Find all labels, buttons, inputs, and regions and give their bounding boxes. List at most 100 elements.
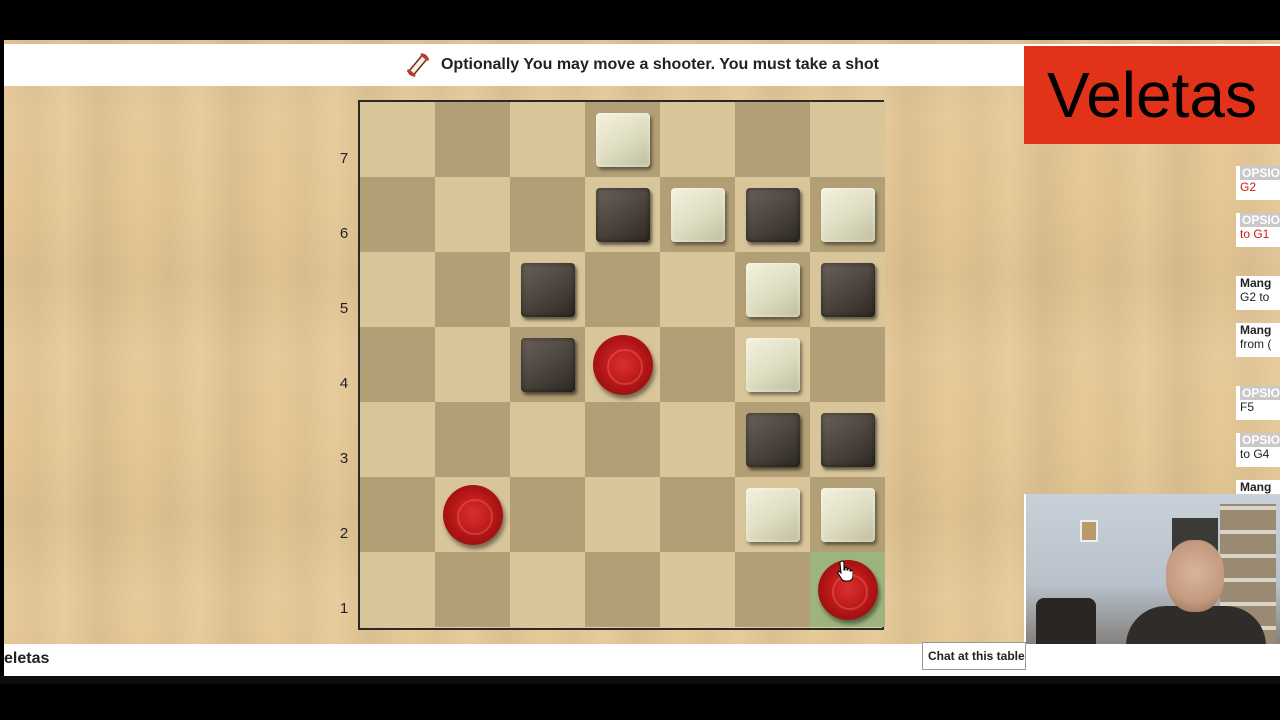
log-entry: OPSIO G2 — [1236, 166, 1280, 200]
log-entry-text: Mang — [1240, 276, 1272, 290]
bottom-game-title: eletas — [4, 650, 50, 667]
log-entry-text: G2 — [1240, 180, 1257, 194]
board-square[interactable] — [510, 327, 585, 402]
board-square[interactable] — [810, 327, 885, 402]
log-entry: OPSIO to G4 — [1236, 433, 1280, 467]
board-square[interactable] — [360, 252, 435, 327]
log-entry: OPSIO F5 — [1236, 386, 1280, 420]
wall-picture — [1080, 520, 1098, 542]
board-square[interactable] — [510, 252, 585, 327]
dark-veleta-piece[interactable] — [820, 262, 875, 317]
log-entry-text: OPSIO — [1240, 213, 1280, 227]
board-square[interactable] — [585, 552, 660, 627]
light-shooter-piece[interactable] — [745, 487, 800, 542]
board-square[interactable] — [735, 402, 810, 477]
board-square[interactable] — [585, 477, 660, 552]
board-square[interactable] — [660, 327, 735, 402]
board-square[interactable] — [510, 477, 585, 552]
board-square[interactable] — [435, 552, 510, 627]
red-stone-piece[interactable] — [442, 484, 503, 545]
board-square[interactable] — [810, 477, 885, 552]
board-square[interactable] — [360, 327, 435, 402]
log-entry-text: to G1 — [1240, 227, 1270, 241]
log-entry-text: to G4 — [1240, 447, 1270, 461]
light-shooter-piece[interactable] — [820, 187, 875, 242]
board-square[interactable] — [660, 477, 735, 552]
board-square[interactable] — [810, 102, 885, 177]
dark-veleta-piece[interactable] — [595, 187, 650, 242]
log-entry-text: Mang — [1240, 323, 1272, 337]
board-square[interactable] — [435, 102, 510, 177]
board-square[interactable] — [735, 177, 810, 252]
log-entry-text: OPSIO — [1240, 166, 1280, 180]
dark-veleta-piece[interactable] — [820, 412, 875, 467]
red-stone-piece[interactable] — [592, 334, 653, 395]
log-entry: Mang from ( — [1236, 323, 1280, 357]
light-shooter-piece[interactable] — [745, 262, 800, 317]
board-square[interactable] — [510, 552, 585, 627]
rank-label: 5 — [339, 300, 349, 317]
light-shooter-piece[interactable] — [670, 187, 725, 242]
board-square[interactable] — [585, 327, 660, 402]
hand-cursor-icon — [837, 560, 853, 582]
dark-veleta-piece[interactable] — [520, 337, 575, 392]
board-square[interactable] — [435, 327, 510, 402]
log-entry-text: Mang — [1240, 480, 1272, 494]
board-square[interactable] — [435, 477, 510, 552]
light-shooter-piece[interactable] — [745, 337, 800, 392]
board-square[interactable] — [735, 102, 810, 177]
board-square[interactable] — [660, 552, 735, 627]
board-square[interactable] — [360, 552, 435, 627]
board-square[interactable] — [585, 402, 660, 477]
board-square[interactable] — [660, 102, 735, 177]
log-entry: Mang — [1236, 480, 1280, 494]
board-square[interactable] — [810, 402, 885, 477]
board-square[interactable] — [435, 177, 510, 252]
board-square[interactable] — [435, 402, 510, 477]
board-square[interactable] — [510, 402, 585, 477]
log-entry: OPSIO to G1 — [1236, 213, 1280, 247]
status-message: Optionally You may move a shooter. You m… — [440, 56, 880, 73]
board-square[interactable] — [510, 177, 585, 252]
rank-label: 3 — [339, 450, 349, 467]
log-entry-text: G2 to — [1240, 290, 1270, 304]
board-square[interactable] — [660, 252, 735, 327]
dark-veleta-piece[interactable] — [520, 262, 575, 317]
board-square[interactable] — [585, 102, 660, 177]
board-square[interactable] — [660, 177, 735, 252]
streamer-face — [1166, 540, 1224, 612]
dark-veleta-piece[interactable] — [745, 187, 800, 242]
board-square[interactable] — [810, 177, 885, 252]
taskbar-strip — [0, 676, 1280, 684]
board-square[interactable] — [435, 252, 510, 327]
board-square[interactable] — [510, 102, 585, 177]
light-shooter-piece[interactable] — [595, 112, 650, 167]
board-square[interactable] — [360, 402, 435, 477]
game-window: Optionally You may move a shooter. You m… — [4, 40, 1280, 676]
board-square[interactable] — [735, 252, 810, 327]
scroll-icon — [407, 53, 429, 77]
light-shooter-piece[interactable] — [820, 487, 875, 542]
board-square[interactable] — [810, 252, 885, 327]
board-square[interactable] — [360, 102, 435, 177]
board-square[interactable] — [360, 477, 435, 552]
board-square[interactable] — [735, 477, 810, 552]
rank-label: 2 — [339, 525, 349, 542]
bottom-bar: eletas Chat at this table — [4, 642, 1280, 676]
board-square[interactable] — [585, 177, 660, 252]
chat-button[interactable]: Chat at this table — [922, 642, 1026, 670]
log-entry: Mang G2 to — [1236, 276, 1280, 310]
board-square[interactable] — [360, 177, 435, 252]
board-square[interactable] — [660, 402, 735, 477]
log-entry-text: OPSIO — [1240, 433, 1280, 447]
board-square[interactable] — [735, 327, 810, 402]
board-square[interactable] — [735, 552, 810, 627]
rank-label: 6 — [339, 225, 349, 242]
dark-veleta-piece[interactable] — [745, 412, 800, 467]
rank-label: 7 — [339, 150, 349, 167]
log-entry-text: from ( — [1240, 337, 1272, 351]
board-square[interactable] — [585, 252, 660, 327]
rank-label: 1 — [339, 600, 349, 617]
log-entry-text: F5 — [1240, 400, 1255, 414]
game-title: Veletas — [1047, 59, 1257, 131]
